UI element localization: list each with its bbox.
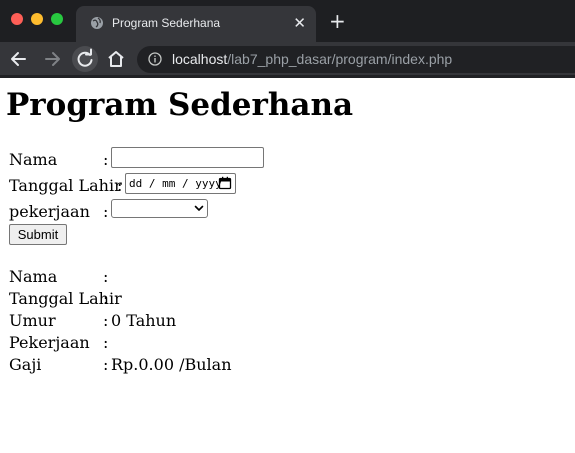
pekerjaan-select[interactable] bbox=[111, 199, 208, 218]
result-label: Pekerjaan bbox=[9, 333, 90, 352]
tanggal-lahir-date-input[interactable]: dd / mm / yyyy bbox=[125, 173, 236, 194]
close-window-button[interactable] bbox=[11, 13, 23, 25]
result-colon: : bbox=[103, 311, 109, 330]
address-bar[interactable]: localhost/lab7_php_dasar/program/index.p… bbox=[137, 46, 575, 73]
info-icon[interactable] bbox=[148, 52, 162, 66]
submit-button[interactable]: Submit bbox=[9, 224, 67, 245]
chevron-down-icon bbox=[194, 205, 204, 211]
nama-input[interactable] bbox=[111, 147, 264, 168]
result-label: Nama bbox=[9, 267, 58, 286]
result-value: Rp.0.00 /Bulan bbox=[111, 355, 232, 374]
result-colon: : bbox=[103, 355, 109, 374]
browser-tab[interactable]: Program Sederhana ✕ bbox=[76, 6, 316, 42]
page-title: Program Sederhana bbox=[6, 87, 354, 123]
pekerjaan-label: pekerjaan bbox=[9, 202, 90, 221]
pekerjaan-colon: : bbox=[103, 202, 109, 221]
url-host: localhost bbox=[172, 51, 228, 67]
result-label: Gaji bbox=[9, 355, 42, 374]
forward-arrow-icon[interactable] bbox=[42, 49, 62, 69]
calendar-icon[interactable] bbox=[218, 176, 232, 190]
tanggal-lahir-colon: : bbox=[117, 176, 123, 195]
maximize-window-button[interactable] bbox=[51, 13, 63, 25]
browser-toolbar: localhost/lab7_php_dasar/program/index.p… bbox=[0, 42, 575, 76]
nama-label: Nama bbox=[9, 150, 58, 169]
tanggal-lahir-label: Tanggal Lahir bbox=[9, 176, 122, 195]
reload-icon[interactable] bbox=[72, 46, 98, 72]
result-value: 0 Tahun bbox=[111, 311, 177, 330]
back-arrow-icon[interactable] bbox=[9, 49, 29, 69]
minimize-window-button[interactable] bbox=[31, 13, 43, 25]
result-colon: : bbox=[103, 333, 109, 352]
nama-colon: : bbox=[103, 150, 109, 169]
url-text: localhost/lab7_php_dasar/program/index.p… bbox=[172, 46, 452, 73]
home-icon[interactable] bbox=[106, 49, 126, 69]
result-colon: : bbox=[103, 267, 109, 286]
date-placeholder: dd / mm / yyyy bbox=[129, 177, 222, 190]
result-colon: : bbox=[103, 289, 109, 308]
globe-icon bbox=[91, 17, 103, 29]
result-label: Umur bbox=[9, 311, 56, 330]
toolbar-divider bbox=[0, 76, 575, 78]
url-path: /lab7_php_dasar/program/index.php bbox=[227, 51, 453, 67]
tab-close-button[interactable]: ✕ bbox=[293, 14, 306, 32]
new-tab-button[interactable]: + bbox=[329, 9, 346, 33]
tab-title: Program Sederhana bbox=[112, 16, 221, 30]
browser-titlebar: Program Sederhana ✕ + bbox=[0, 0, 575, 42]
